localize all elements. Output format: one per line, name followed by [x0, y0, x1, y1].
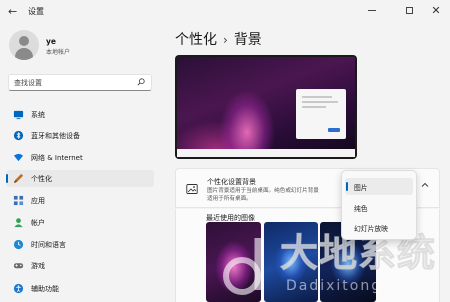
preview-taskbar: [177, 149, 355, 157]
dropdown-option-slideshow[interactable]: 幻灯片放映: [345, 219, 413, 236]
breadcrumb: 个性化 › 背景: [175, 29, 262, 49]
search-input[interactable]: 查找设置: [8, 74, 152, 91]
dropdown-option-picture[interactable]: 图片: [345, 178, 413, 195]
game-icon: [13, 263, 24, 269]
close-icon: ✕: [431, 3, 441, 17]
card-title: 个性化设置背景: [207, 178, 256, 186]
app-title: 设置: [28, 7, 44, 16]
chevron-up-icon[interactable]: [421, 181, 429, 189]
card-description-line: 图片背景适用于当前桌面。纯色或幻灯片背景: [207, 188, 319, 194]
recent-image-thumbnail[interactable]: [206, 222, 261, 302]
dropdown-option-label: 图片: [354, 184, 368, 192]
sidebar-item-gaming[interactable]: 游戏: [6, 257, 154, 274]
mock-line: [302, 101, 338, 103]
mock-line: [302, 106, 326, 108]
apps-icon: [13, 195, 24, 206]
sidebar-item-network[interactable]: 网络 & Internet: [6, 149, 154, 166]
sidebar-item-apps[interactable]: 应用: [6, 192, 154, 209]
sidebar-item-label: 游戏: [31, 262, 45, 270]
avatar[interactable]: [9, 30, 39, 60]
account-type: 本地帐户: [46, 49, 71, 56]
system-icon: [13, 110, 24, 120]
minimize-icon: [368, 9, 376, 11]
sidebar-item-label: 辅助功能: [31, 285, 59, 293]
sidebar-item-label: 帐户: [31, 219, 45, 227]
preview-window-mockup: [296, 89, 346, 139]
sidebar-item-system[interactable]: 系统: [6, 106, 154, 123]
maximize-button[interactable]: [394, 0, 424, 20]
sidebar-item-label: 应用: [31, 197, 45, 205]
avatar-body: [15, 48, 33, 60]
close-button[interactable]: ✕: [421, 0, 450, 20]
sidebar-item-time-language[interactable]: 时间和语言: [6, 236, 154, 253]
card-description: 图片背景适用于当前桌面。纯色或幻灯片背景 适用于所有桌面。: [207, 187, 347, 203]
sidebar-item-personalization[interactable]: 个性化: [6, 170, 154, 187]
search-placeholder: 查找设置: [14, 79, 42, 87]
sidebar-item-label: 系统: [31, 111, 45, 119]
image-icon: [186, 184, 198, 194]
dropdown-option-label: 纯色: [354, 205, 368, 213]
sidebar-item-accounts[interactable]: 帐户: [6, 214, 154, 231]
page-title: 背景: [233, 32, 262, 48]
dropdown-option-solid-color[interactable]: 纯色: [345, 199, 413, 216]
brush-icon: [13, 173, 24, 184]
recent-image-thumbnail[interactable]: [264, 222, 318, 302]
background-type-dropdown[interactable]: 图片 纯色 幻灯片放映: [341, 170, 417, 240]
avatar-head: [19, 36, 29, 46]
account-icon: [14, 218, 23, 228]
sidebar-item-label: 个性化: [31, 175, 52, 183]
mock-line: [302, 96, 332, 98]
sidebar-item-label: 蓝牙和其他设备: [31, 132, 80, 140]
breadcrumb-parent[interactable]: 个性化: [175, 32, 217, 48]
sidebar-item-bluetooth[interactable]: 蓝牙和其他设备: [6, 127, 154, 144]
active-indicator: [6, 174, 8, 183]
dropdown-option-label: 幻灯片放映: [354, 225, 388, 233]
mock-button: [328, 128, 340, 132]
globe-clock-icon: [13, 239, 24, 250]
sidebar-item-label: 时间和语言: [31, 241, 66, 249]
sidebar-item-accessibility[interactable]: 辅助功能: [6, 280, 154, 297]
selected-indicator: [346, 182, 348, 191]
user-name: ye: [46, 37, 56, 46]
minimize-button[interactable]: [357, 0, 387, 20]
back-arrow-icon[interactable]: ←: [8, 5, 17, 18]
desktop-preview: [175, 55, 357, 159]
title-bar: ← 设置 ✕: [0, 0, 450, 22]
accessibility-icon: [13, 283, 24, 294]
maximize-icon: [405, 6, 413, 14]
card-description-line: 适用于所有桌面。: [207, 196, 252, 202]
sidebar-item-label: 网络 & Internet: [31, 154, 83, 162]
bluetooth-icon: [13, 130, 24, 141]
search-icon: [137, 78, 145, 86]
breadcrumb-separator: ›: [223, 33, 228, 47]
network-icon: [13, 153, 24, 162]
